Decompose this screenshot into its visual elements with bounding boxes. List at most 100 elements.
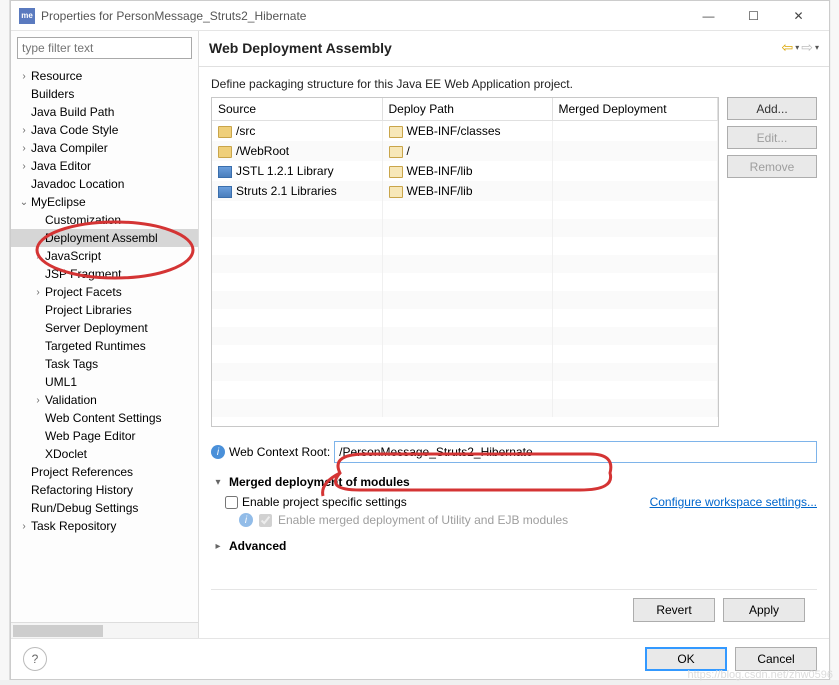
tree-item[interactable]: JSP Fragment xyxy=(11,265,198,283)
edit-button[interactable]: Edit... xyxy=(727,126,817,149)
tree-item[interactable]: XDoclet xyxy=(11,445,198,463)
add-button[interactable]: Add... xyxy=(727,97,817,120)
info-icon: i xyxy=(239,513,253,527)
chevron-down-icon[interactable]: ⌄ xyxy=(17,197,31,208)
tree-item[interactable]: ›Java Editor xyxy=(11,157,198,175)
chevron-right-icon[interactable]: › xyxy=(17,143,31,154)
revert-button[interactable]: Revert xyxy=(633,598,715,622)
help-button[interactable]: ? xyxy=(23,647,47,671)
tree-item-label: Project Facets xyxy=(45,285,122,299)
tree-item-label: Javadoc Location xyxy=(31,177,124,191)
tree-item[interactable]: Project Libraries xyxy=(11,301,198,319)
tree-item[interactable]: Builders xyxy=(11,85,198,103)
folder-icon xyxy=(389,146,403,158)
col-deploy[interactable]: Deploy Path xyxy=(382,98,552,121)
folder-icon xyxy=(389,186,403,198)
tree-item-label: JSP Fragment xyxy=(45,267,121,281)
tree-item[interactable]: ›Resource xyxy=(11,67,198,85)
table-row xyxy=(212,399,718,417)
apply-button[interactable]: Apply xyxy=(723,598,805,622)
tree-item[interactable]: ›Java Compiler xyxy=(11,139,198,157)
assembly-table[interactable]: Source Deploy Path Merged Deployment /sr… xyxy=(211,97,719,427)
tree-item-label: JavaScript xyxy=(45,249,101,263)
expand-merged-icon[interactable]: ▾ xyxy=(211,477,225,488)
chevron-right-icon[interactable]: › xyxy=(17,161,31,172)
tree-item-label: Deployment Assembl xyxy=(45,231,158,245)
folder-icon xyxy=(389,126,403,138)
tree-item[interactable]: ›Project Facets xyxy=(11,283,198,301)
back-icon[interactable]: ⇦ xyxy=(782,39,794,56)
ok-button[interactable]: OK xyxy=(645,647,727,671)
tree-item[interactable]: Task Tags xyxy=(11,355,198,373)
configure-workspace-link[interactable]: Configure workspace settings... xyxy=(650,495,817,509)
tree-item[interactable]: Javadoc Location xyxy=(11,175,198,193)
tree-item[interactable]: Refactoring History xyxy=(11,481,198,499)
table-row xyxy=(212,219,718,237)
table-row[interactable]: /WebRoot/ xyxy=(212,141,718,161)
chevron-right-icon[interactable]: › xyxy=(17,71,31,82)
table-row xyxy=(212,237,718,255)
tree-item[interactable]: Server Deployment xyxy=(11,319,198,337)
col-merged[interactable]: Merged Deployment xyxy=(552,98,718,121)
filter-input[interactable] xyxy=(17,37,192,59)
titlebar[interactable]: me Properties for PersonMessage_Struts2_… xyxy=(11,1,829,31)
forward-icon[interactable]: ⇨ xyxy=(801,39,813,56)
table-row xyxy=(212,345,718,363)
tree-item-label: Java Compiler xyxy=(31,141,108,155)
chevron-right-icon[interactable]: › xyxy=(31,395,45,406)
tree-item[interactable]: ⌄MyEclipse xyxy=(11,193,198,211)
minimize-icon[interactable]: — xyxy=(686,2,731,30)
editor-gutter xyxy=(0,0,10,680)
remove-button[interactable]: Remove xyxy=(727,155,817,178)
context-root-input[interactable] xyxy=(334,441,817,463)
back-menu-icon[interactable]: ▾ xyxy=(795,43,799,52)
table-row[interactable]: JSTL 1.2.1 LibraryWEB-INF/lib xyxy=(212,161,718,181)
table-row xyxy=(212,381,718,399)
category-tree[interactable]: ›ResourceBuildersJava Build Path›Java Co… xyxy=(11,65,198,622)
table-row xyxy=(212,255,718,273)
chevron-right-icon[interactable]: › xyxy=(17,125,31,136)
table-row[interactable]: /srcWEB-INF/classes xyxy=(212,121,718,142)
tree-item[interactable]: ›Task Repository xyxy=(11,517,198,535)
table-row xyxy=(212,291,718,309)
tree-item[interactable]: Java Build Path xyxy=(11,103,198,121)
chevron-right-icon[interactable]: › xyxy=(31,287,45,298)
tree-item[interactable]: ›Java Code Style xyxy=(11,121,198,139)
enable-merged-checkbox xyxy=(259,514,272,527)
tree-item-label: Project References xyxy=(31,465,133,479)
editor-gutter-right xyxy=(831,0,839,680)
tree-item-label: Builders xyxy=(31,87,74,101)
tree-item[interactable]: Deployment Assembl xyxy=(11,229,198,247)
tree-item[interactable]: Run/Debug Settings xyxy=(11,499,198,517)
tree-item-label: Customization xyxy=(45,213,121,227)
tree-item-label: Web Content Settings xyxy=(45,411,162,425)
tree-item-label: Task Tags xyxy=(45,357,98,371)
tree-item-label: Task Repository xyxy=(31,519,116,533)
table-row[interactable]: Struts 2.1 LibrariesWEB-INF/lib xyxy=(212,181,718,201)
sidebar-scrollbar[interactable] xyxy=(11,622,198,638)
col-source[interactable]: Source xyxy=(212,98,382,121)
tree-item[interactable]: ›Validation xyxy=(11,391,198,409)
tree-item[interactable]: Project References xyxy=(11,463,198,481)
close-icon[interactable]: ✕ xyxy=(776,2,821,30)
tree-item[interactable]: Web Page Editor xyxy=(11,427,198,445)
tree-item[interactable]: Targeted Runtimes xyxy=(11,337,198,355)
tree-item[interactable]: UML1 xyxy=(11,373,198,391)
cancel-button[interactable]: Cancel xyxy=(735,647,817,671)
tree-item[interactable]: Web Content Settings xyxy=(11,409,198,427)
tree-item-label: Validation xyxy=(45,393,97,407)
watermark: https://blog.csdn.net/zhw0596 xyxy=(687,669,833,681)
chevron-right-icon[interactable]: › xyxy=(31,251,45,262)
tree-item[interactable]: ›JavaScript xyxy=(11,247,198,265)
enable-specific-checkbox[interactable] xyxy=(225,496,238,509)
description-text: Define packaging structure for this Java… xyxy=(211,77,817,91)
tree-item[interactable]: Customization xyxy=(11,211,198,229)
expand-advanced-icon[interactable]: ▸ xyxy=(211,541,225,552)
chevron-right-icon[interactable]: › xyxy=(17,521,31,532)
tree-item-label: Java Editor xyxy=(31,159,91,173)
maximize-icon[interactable]: ☐ xyxy=(731,2,776,30)
forward-menu-icon[interactable]: ▾ xyxy=(815,43,819,52)
folder-icon xyxy=(218,126,232,138)
tree-item-label: Java Code Style xyxy=(31,123,118,137)
tree-item-label: Java Build Path xyxy=(31,105,114,119)
